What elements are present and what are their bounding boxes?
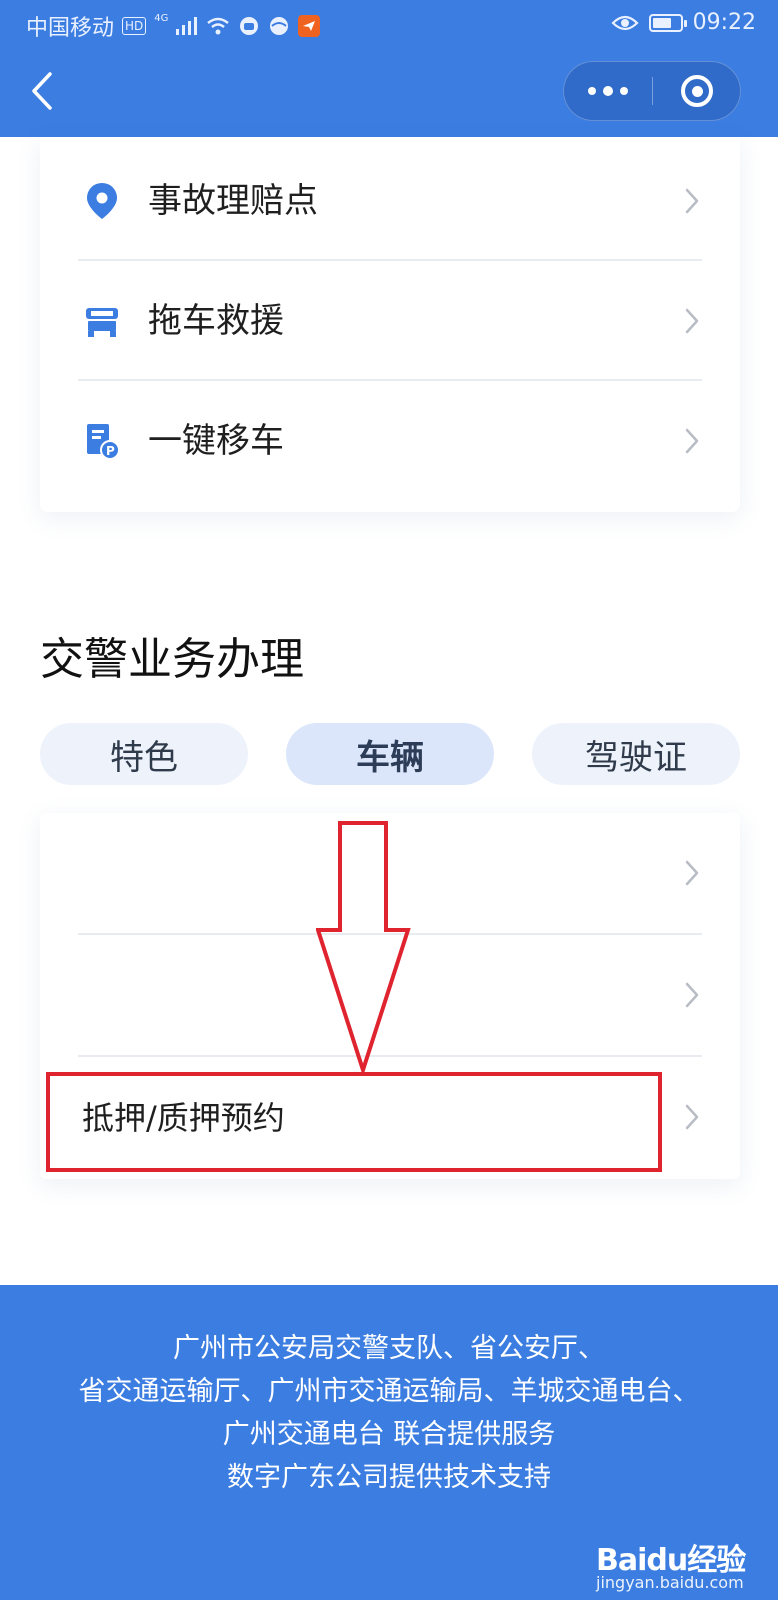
tab-driver-license[interactable]: 驾驶证 bbox=[532, 723, 740, 785]
more-dot bbox=[603, 86, 613, 96]
more-dot bbox=[620, 87, 628, 95]
down-arrow-annotation-icon bbox=[316, 821, 411, 1075]
row-label: 事故理赔点 bbox=[148, 181, 318, 221]
highlight-annotation-box bbox=[46, 1072, 662, 1172]
tab-featured[interactable]: 特色 bbox=[40, 723, 248, 785]
footer-line: 广州交通电台 联合提供服务 bbox=[222, 1419, 556, 1450]
quick-services-card: 事故理赔点 拖车救援 P 一键移车 bbox=[40, 137, 740, 512]
row-label: 拖车救援 bbox=[148, 301, 284, 341]
status-time: 09:22 bbox=[692, 10, 756, 35]
battery-icon bbox=[648, 13, 687, 32]
chevron-right-icon bbox=[685, 1104, 699, 1130]
globe-app-icon bbox=[268, 15, 290, 37]
tow-truck-icon bbox=[86, 308, 118, 337]
network-type: 4G bbox=[154, 12, 169, 24]
eye-icon bbox=[611, 14, 639, 32]
more-button[interactable] bbox=[564, 62, 652, 120]
miniprogram-capsule bbox=[563, 61, 741, 121]
section-title: 交警业务办理 bbox=[40, 634, 304, 685]
top-header: 中国移动 HD 4G 09:22 bbox=[0, 0, 778, 137]
messenger-app-icon bbox=[298, 15, 321, 37]
status-bar: 中国移动 HD 4G 09:22 bbox=[0, 0, 778, 48]
close-miniprogram-button[interactable] bbox=[653, 62, 741, 120]
chevron-left-icon bbox=[32, 72, 52, 110]
parking-doc-icon: P bbox=[87, 424, 120, 460]
hd-badge: HD bbox=[122, 17, 147, 35]
chevron-right-icon bbox=[685, 308, 699, 334]
business-tabs: 特色 车辆 驾驶证 bbox=[40, 723, 740, 785]
service-row-tow-rescue[interactable]: 拖车救援 bbox=[78, 261, 702, 381]
target-close-icon bbox=[681, 75, 713, 107]
baidu-watermark: Baidu经验 jingyan.baidu.com bbox=[596, 1535, 746, 1597]
wifi-icon bbox=[206, 17, 230, 35]
tab-vehicle[interactable]: 车辆 bbox=[286, 723, 494, 785]
footer-line: 广州市公安局交警支队、省公安厅、 bbox=[173, 1333, 605, 1364]
chevron-right-icon bbox=[685, 860, 699, 886]
row-label: 一键移车 bbox=[148, 421, 284, 461]
footer-line: 数字广东公司提供技术支持 bbox=[227, 1462, 551, 1493]
location-pin-icon bbox=[87, 183, 117, 219]
watermark-url: jingyan.baidu.com bbox=[596, 1573, 744, 1592]
chevron-right-icon bbox=[685, 188, 699, 214]
service-row-accident-claim[interactable]: 事故理赔点 bbox=[78, 141, 702, 261]
signal-icon bbox=[176, 17, 198, 35]
footer-line: 省交通运输厅、广州市交通运输局、羊城交通电台、 bbox=[78, 1376, 700, 1407]
back-button[interactable] bbox=[26, 68, 66, 114]
more-dots-icon bbox=[588, 87, 596, 95]
service-row-move-car[interactable]: P 一键移车 bbox=[78, 381, 702, 501]
chevron-right-icon bbox=[685, 428, 699, 454]
svg-text:P: P bbox=[106, 444, 115, 458]
chevron-right-icon bbox=[685, 982, 699, 1008]
carrier-name: 中国移动 bbox=[26, 16, 115, 41]
app-notification-icon bbox=[238, 15, 260, 37]
